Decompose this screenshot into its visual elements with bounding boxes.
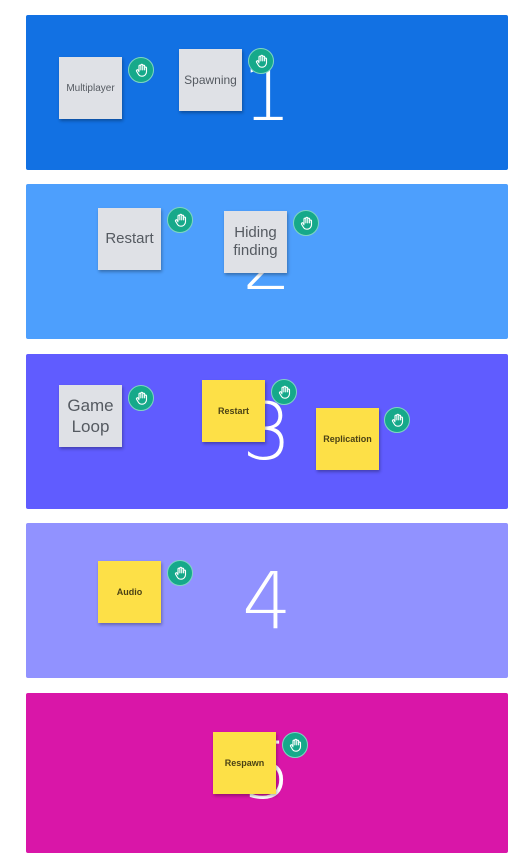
sticky-note[interactable]: Respawn (213, 732, 276, 794)
sticky-note[interactable]: Restart (98, 208, 161, 270)
hand-icon[interactable] (271, 379, 297, 405)
sticky-note[interactable]: Audio (98, 561, 161, 623)
hand-icon[interactable] (248, 48, 274, 74)
hand-icon[interactable] (384, 407, 410, 433)
hand-icon[interactable] (167, 560, 193, 586)
sticky-note[interactable]: Replication (316, 408, 379, 470)
hand-icon[interactable] (167, 207, 193, 233)
sticky-note[interactable]: Multiplayer (59, 57, 122, 119)
hand-icon[interactable] (293, 210, 319, 236)
sticky-note[interactable]: Hiding finding (224, 211, 287, 273)
hand-icon[interactable] (128, 385, 154, 411)
sticky-note[interactable]: Restart (202, 380, 265, 442)
sticky-note[interactable]: Spawning (179, 49, 242, 111)
hand-icon[interactable] (282, 732, 308, 758)
sticky-note[interactable]: Game Loop (59, 385, 122, 447)
hand-icon[interactable] (128, 57, 154, 83)
